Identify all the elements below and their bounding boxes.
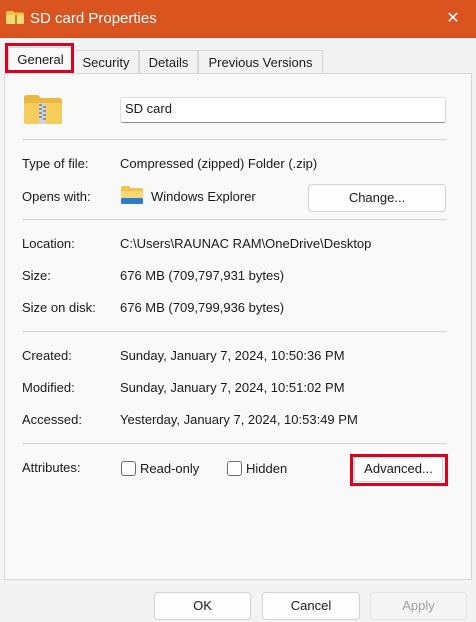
tab-security[interactable]: Security xyxy=(73,50,139,74)
accessed-label: Accessed: xyxy=(22,412,82,427)
cancel-button[interactable]: Cancel xyxy=(262,592,360,620)
location-value: C:\Users\RAUNAC RAM\OneDrive\Desktop xyxy=(120,236,372,251)
opens-with-value: Windows Explorer xyxy=(151,189,256,204)
size-on-disk-value: 676 MB (709,799,936 bytes) xyxy=(120,300,285,315)
type-label: Type of file: xyxy=(22,156,89,171)
location-label: Location: xyxy=(22,236,75,251)
advanced-button[interactable]: Advanced... xyxy=(354,456,443,482)
divider xyxy=(22,219,446,220)
created-label: Created: xyxy=(22,348,72,363)
change-button[interactable]: Change... xyxy=(308,184,446,212)
readonly-label: Read-only xyxy=(140,461,200,476)
hidden-label: Hidden xyxy=(246,461,288,476)
apply-button[interactable]: Apply xyxy=(370,592,467,620)
file-explorer-icon xyxy=(121,186,143,204)
tab-details[interactable]: Details xyxy=(139,50,198,74)
hidden-checkbox[interactable] xyxy=(227,461,242,476)
readonly-checkbox[interactable] xyxy=(121,461,136,476)
accessed-value: Yesterday, January 7, 2024, 10:53:49 PM xyxy=(120,412,358,427)
close-icon[interactable]: ✕ xyxy=(430,0,476,38)
divider xyxy=(22,331,446,332)
opens-with-label: Opens with: xyxy=(22,189,91,204)
type-value: Compressed (zipped) Folder (.zip) xyxy=(120,156,318,171)
modified-label: Modified: xyxy=(22,380,75,395)
title-bar[interactable]: SD card Properties ✕ xyxy=(0,0,476,38)
size-value: 676 MB (709,797,931 bytes) xyxy=(120,268,285,283)
modified-value: Sunday, January 7, 2024, 10:51:02 PM xyxy=(120,380,345,395)
divider xyxy=(22,443,446,444)
created-value: Sunday, January 7, 2024, 10:50:36 PM xyxy=(120,348,345,363)
attributes-label: Attributes: xyxy=(22,460,81,475)
divider xyxy=(22,139,446,140)
tab-previous-versions[interactable]: Previous Versions xyxy=(198,50,323,74)
zipped-folder-icon xyxy=(24,95,62,124)
tab-general[interactable]: General xyxy=(8,47,73,74)
ok-button[interactable]: OK xyxy=(154,592,251,620)
general-panel xyxy=(4,73,472,580)
size-on-disk-label: Size on disk: xyxy=(22,300,96,315)
file-name-input[interactable]: SD card xyxy=(120,97,446,123)
size-label: Size: xyxy=(22,268,51,283)
zipped-folder-icon xyxy=(6,11,24,24)
window-title: SD card Properties xyxy=(30,10,157,27)
